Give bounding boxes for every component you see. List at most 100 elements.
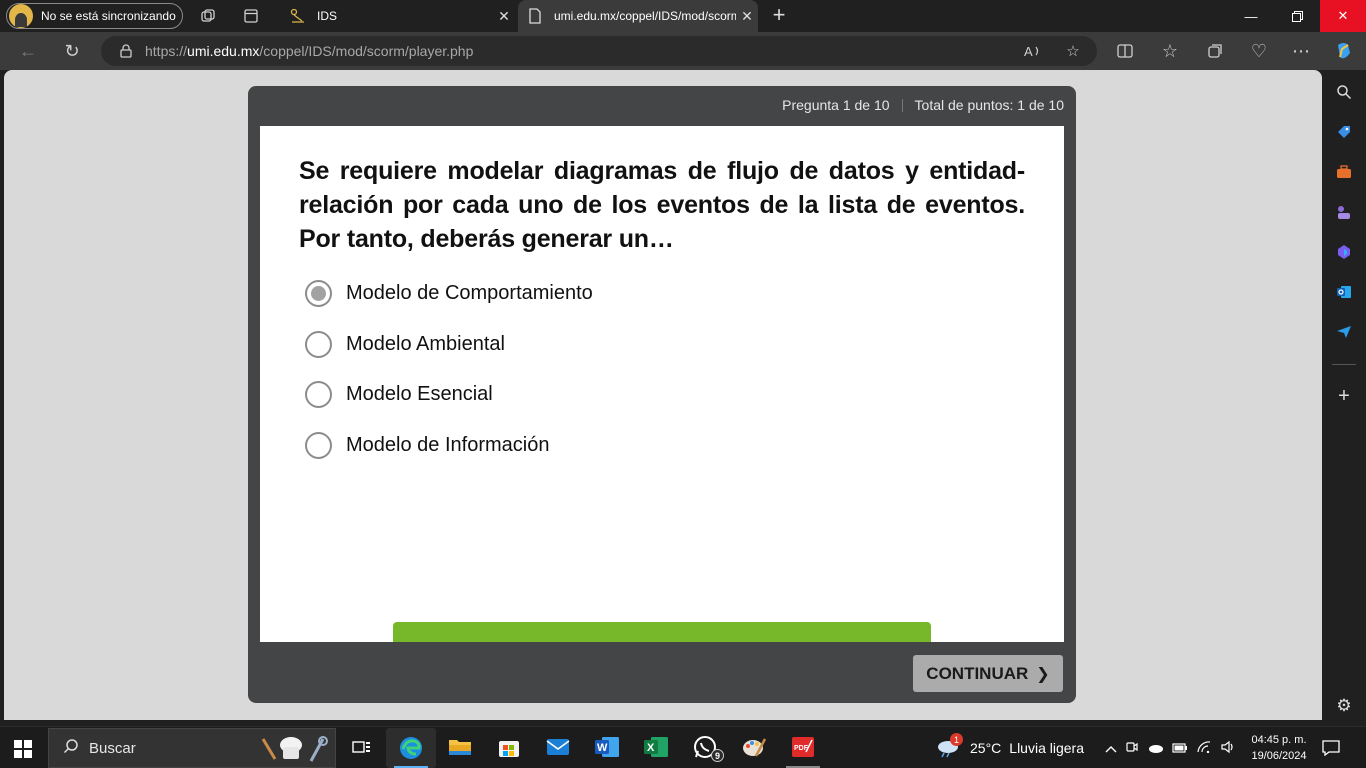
notification-badge: 9 — [711, 749, 724, 762]
battery-icon[interactable] — [1168, 741, 1192, 756]
favorites-icon[interactable]: ☆ — [1159, 40, 1181, 62]
svg-text:A: A — [1024, 44, 1033, 59]
collections-icon[interactable] — [1204, 40, 1226, 62]
tab-title: IDS — [317, 9, 338, 23]
weather-description: Lluvia ligera — [1009, 740, 1084, 756]
clock-date: 19/06/2024 — [1251, 750, 1307, 762]
tab-title: umi.edu.mx/coppel/IDS/mod/scorm/player.p… — [554, 9, 736, 23]
radio-button[interactable] — [305, 380, 332, 408]
onedrive-cloud-icon[interactable] — [1144, 741, 1168, 756]
minimize-button[interactable]: — — [1228, 0, 1274, 32]
restore-button[interactable] — [1274, 0, 1320, 32]
add-icon[interactable]: + — [1334, 385, 1354, 407]
close-icon[interactable]: ✕ — [736, 8, 758, 25]
chevron-up-icon[interactable] — [1102, 741, 1120, 756]
browser-essentials-icon[interactable]: ♡ — [1248, 40, 1270, 62]
continue-label: CONTINUAR — [926, 663, 1029, 683]
windows-start-icon[interactable] — [14, 740, 32, 758]
answer-label: Modelo de Comportamiento — [346, 281, 593, 304]
task-view-icon[interactable] — [348, 733, 376, 761]
search-highlight-icon — [259, 735, 329, 763]
search-icon[interactable] — [1334, 82, 1354, 102]
read-aloud-icon[interactable]: A — [1023, 41, 1043, 61]
question-text: Se requiere modelar diagramas de flujo d… — [299, 157, 1025, 253]
chevron-right-icon: ❯ — [1036, 665, 1050, 683]
paint-icon[interactable] — [740, 733, 768, 761]
quiz-header: Pregunta 1 de 10 Total de puntos: 1 de 1… — [782, 97, 1064, 113]
favorite-star-icon[interactable]: ☆ — [1063, 41, 1083, 61]
file-explorer-icon[interactable] — [446, 733, 474, 761]
notifications-icon[interactable] — [1322, 727, 1340, 768]
games-icon[interactable] — [1334, 202, 1354, 222]
word-icon[interactable]: W — [593, 733, 621, 761]
page-viewport: Pregunta 1 de 10 Total de puntos: 1 de 1… — [4, 70, 1322, 720]
continue-button[interactable]: CONTINUAR ❯ — [913, 655, 1063, 692]
microsoft-365-icon[interactable] — [1334, 242, 1354, 262]
points-total: Total de puntos: 1 de 10 — [914, 97, 1064, 113]
edge-sidebar: + ⚙ — [1322, 70, 1366, 726]
close-window-button[interactable]: ✕ — [1320, 0, 1366, 32]
lock-icon[interactable] — [119, 44, 133, 58]
tools-briefcase-icon[interactable] — [1334, 162, 1354, 182]
radio-button[interactable] — [305, 279, 332, 307]
microsoft-store-icon[interactable] — [495, 733, 523, 761]
tab-ids[interactable]: IDS ✕ — [281, 0, 515, 32]
workspaces-icon[interactable] — [198, 6, 218, 26]
search-placeholder: Buscar — [89, 739, 136, 757]
quiz-player: Pregunta 1 de 10 Total de puntos: 1 de 1… — [248, 86, 1076, 703]
mail-icon[interactable] — [544, 733, 572, 761]
browser-title-bar: No se está sincronizando IDS ✕ umi.edu.m… — [0, 0, 1366, 32]
url-text: https://umi.edu.mx/coppel/IDS/mod/scorm/… — [145, 43, 474, 59]
close-icon[interactable]: ✕ — [493, 8, 515, 25]
rain-cloud-icon: 1 — [936, 733, 963, 761]
radio-button[interactable] — [305, 431, 332, 459]
navigation-bar: ← ↻ https://umi.edu.mx/coppel/IDS/mod/sc… — [0, 32, 1366, 70]
answer-option[interactable]: Modelo Esencial — [305, 379, 493, 409]
gear-icon[interactable]: ⚙ — [1334, 696, 1354, 716]
windows-taskbar: Buscar W X 9 PDF 1 25°C Lluvia ligera 04… — [0, 726, 1366, 768]
tab-scorm-player[interactable]: umi.edu.mx/coppel/IDS/mod/scorm/player.p… — [518, 0, 758, 32]
more-menu-icon[interactable]: ⋯ — [1290, 40, 1312, 62]
answer-option[interactable]: Modelo de Comportamiento — [305, 278, 593, 308]
taskbar-edge[interactable] — [386, 728, 436, 768]
split-screen-icon[interactable] — [1114, 40, 1136, 62]
back-arrow-icon[interactable]: ← — [17, 40, 39, 62]
divider — [901, 98, 903, 112]
copilot-icon[interactable] — [1333, 40, 1355, 62]
search-icon — [61, 738, 81, 759]
shopping-tag-icon[interactable] — [1334, 122, 1354, 142]
avatar — [9, 4, 33, 28]
route-icon — [289, 7, 307, 25]
address-bar[interactable]: https://umi.edu.mx/coppel/IDS/mod/scorm/… — [101, 36, 1097, 66]
send-icon[interactable] — [1334, 322, 1354, 342]
weather-widget[interactable]: 1 25°C Lluvia ligera — [936, 727, 1084, 768]
whatsapp-icon[interactable]: 9 — [691, 733, 724, 762]
system-clock[interactable]: 04:45 p. m. 19/06/2024 — [1246, 732, 1312, 764]
pdf-editor-icon[interactable]: PDF — [786, 733, 820, 768]
taskbar-search[interactable]: Buscar — [48, 728, 336, 768]
speaker-icon[interactable] — [1216, 740, 1240, 757]
profile-button[interactable]: No se está sincronizando — [6, 3, 183, 29]
question-card: Se requiere modelar diagramas de flujo d… — [260, 126, 1064, 642]
excel-icon[interactable]: X — [642, 733, 670, 761]
outlook-icon[interactable] — [1334, 282, 1354, 302]
page-icon — [526, 7, 544, 25]
answer-label: Modelo de Información — [346, 433, 550, 456]
radio-button[interactable] — [305, 330, 332, 358]
divider — [1332, 364, 1356, 365]
answer-option[interactable]: Modelo de Información — [305, 430, 549, 460]
tab-actions-icon[interactable] — [241, 6, 261, 26]
weather-alert-badge: 1 — [950, 733, 963, 746]
clock-time: 04:45 p. m. — [1251, 734, 1307, 746]
answer-label: Modelo Ambiental — [346, 332, 505, 355]
refresh-icon[interactable]: ↻ — [61, 40, 83, 62]
new-tab-button[interactable]: + — [768, 4, 790, 27]
profile-sync-status: No se está sincronizando — [41, 9, 176, 23]
wifi-icon[interactable] — [1192, 740, 1216, 756]
answer-option[interactable]: Modelo Ambiental — [305, 329, 505, 359]
answer-label: Modelo Esencial — [346, 382, 493, 405]
svg-text:X: X — [647, 742, 655, 754]
meet-now-icon[interactable] — [1120, 740, 1144, 757]
question-counter: Pregunta 1 de 10 — [782, 97, 890, 113]
weather-temperature: 25°C — [970, 740, 1002, 756]
